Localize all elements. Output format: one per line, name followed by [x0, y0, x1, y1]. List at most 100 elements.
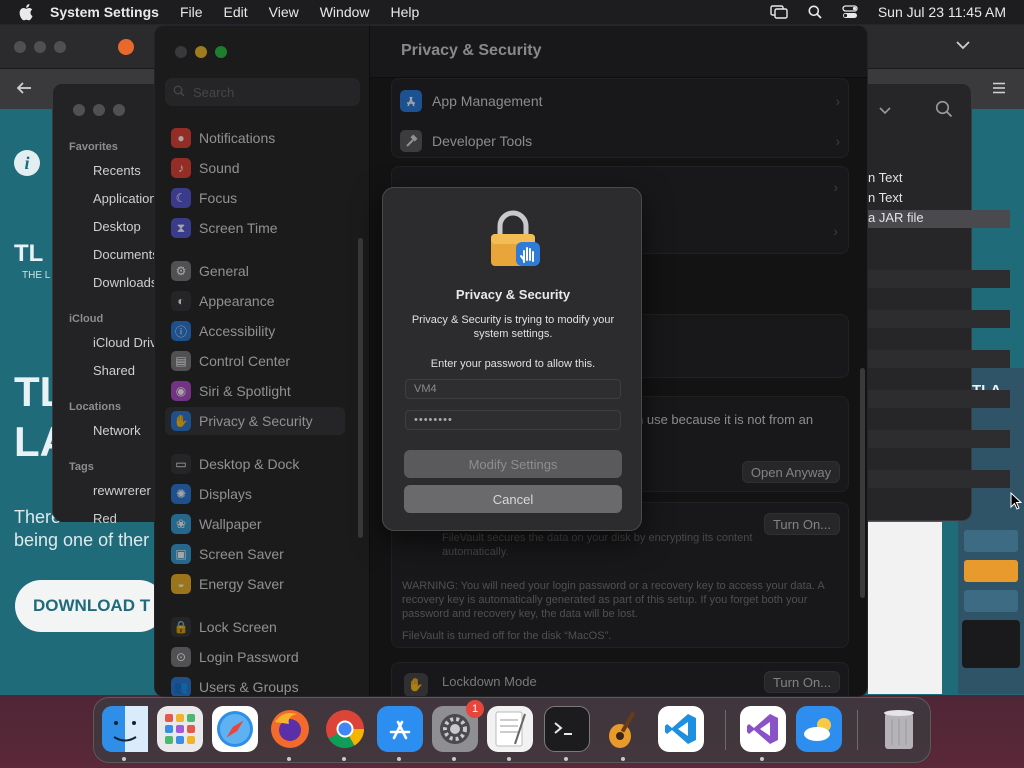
running-indicator [397, 757, 401, 761]
minimize-button[interactable] [93, 104, 105, 116]
menu-bar: System Settings File Edit View Window He… [0, 0, 1024, 24]
finder-sidebar: Favorites Recents Applications Desktop D… [53, 84, 163, 526]
dock-weather[interactable] [796, 706, 842, 752]
menu-app-name[interactable]: System Settings [50, 4, 159, 20]
dock-app-store[interactable] [377, 706, 423, 752]
menu-help[interactable]: Help [391, 4, 420, 20]
finder-section-favorites: Favorites [69, 141, 118, 153]
dock-vscode[interactable] [658, 706, 704, 752]
dock-finder[interactable] [102, 706, 148, 752]
finder-item-desktop[interactable]: Desktop [93, 219, 163, 234]
download-button[interactable]: DOWNLOAD T [15, 580, 165, 632]
finder-item-applications[interactable]: Applications [93, 191, 163, 206]
dialog-message: Privacy & Security is trying to modify y… [411, 314, 615, 340]
dock-terminal[interactable] [544, 706, 590, 752]
finder-tag-item[interactable]: Red [93, 511, 163, 526]
textedit-icon [495, 711, 526, 747]
safari-icon [217, 711, 253, 747]
web-article-panel [868, 522, 942, 694]
dock-garageband[interactable] [601, 706, 647, 752]
dock-separator [857, 710, 858, 750]
hero-text-2: being one of ther [14, 530, 150, 550]
finder-item-icloud-drive[interactable]: iCloud Drive [93, 335, 163, 350]
file-row[interactable] [868, 470, 1010, 488]
guitar-icon [609, 711, 636, 748]
running-indicator [760, 757, 764, 761]
chevron-down-icon[interactable] [879, 102, 891, 120]
file-row[interactable] [868, 390, 1010, 408]
menu-file[interactable]: File [180, 4, 203, 20]
hamburger-menu-icon[interactable] [992, 81, 1006, 99]
running-indicator [564, 757, 568, 761]
control-center-icon[interactable] [842, 5, 858, 19]
dock-system-settings[interactable]: 1 [432, 700, 484, 752]
dock-visual-studio[interactable] [740, 706, 786, 752]
password-field[interactable]: •••••••• [405, 410, 621, 430]
file-row[interactable]: n Text [868, 190, 1010, 208]
running-indicator [342, 757, 346, 761]
info-icon[interactable]: i [14, 150, 40, 176]
firefox-tab-icon[interactable] [118, 39, 134, 55]
browser-window-controls [14, 41, 66, 53]
cancel-button[interactable]: Cancel [404, 485, 622, 513]
zoom-button[interactable] [113, 104, 125, 116]
dock: 1 [93, 697, 931, 763]
file-row[interactable] [868, 270, 1010, 288]
dock-chrome[interactable] [322, 706, 368, 752]
minimize-button[interactable] [34, 41, 46, 53]
launcher-item[interactable] [964, 530, 1018, 552]
launcher-item[interactable] [964, 590, 1018, 612]
back-arrow-icon[interactable] [16, 81, 32, 100]
modify-settings-button[interactable]: Modify Settings [404, 450, 622, 478]
dock-safari[interactable] [212, 706, 258, 752]
launcher-item[interactable] [964, 560, 1018, 582]
vscode-icon [665, 714, 696, 744]
app-store-icon [389, 720, 411, 740]
finder-tag-item[interactable]: rewwrerer [93, 483, 163, 498]
file-row[interactable]: n Text [868, 170, 1010, 188]
running-indicator [621, 757, 625, 761]
username-field[interactable]: VM4 [405, 379, 621, 399]
file-row[interactable] [868, 310, 1010, 328]
finder-icon [102, 706, 148, 752]
chevron-down-icon[interactable] [956, 37, 970, 53]
notification-badge: 1 [466, 700, 484, 718]
menu-window[interactable]: Window [320, 4, 370, 20]
search-icon[interactable] [935, 100, 953, 123]
chrome-icon [326, 710, 365, 749]
visual-studio-icon [747, 714, 778, 744]
menu-view[interactable]: View [269, 4, 299, 20]
menu-edit[interactable]: Edit [224, 4, 248, 20]
dock-firefox[interactable] [267, 706, 313, 752]
dock-textedit[interactable] [487, 706, 533, 752]
launchpad-icon [165, 714, 195, 744]
close-button[interactable] [14, 41, 26, 53]
finder-item-network[interactable]: Network [93, 423, 163, 438]
finder-window-controls [73, 104, 125, 116]
zoom-button[interactable] [54, 41, 66, 53]
file-row[interactable] [868, 430, 1010, 448]
file-row-selected[interactable]: a JAR file [868, 210, 1010, 228]
finder-item-shared[interactable]: Shared [93, 363, 163, 378]
site-logo-subtitle: THE L [22, 270, 51, 281]
dock-trash[interactable] [876, 706, 922, 752]
screen-mirroring-icon[interactable] [770, 5, 788, 19]
apple-menu-icon[interactable] [18, 3, 36, 21]
launcher-premium-banner[interactable] [962, 620, 1020, 668]
close-button[interactable] [73, 104, 85, 116]
desktop: System Settings File Edit View Window He… [0, 0, 1024, 768]
dock-launchpad[interactable] [157, 706, 203, 752]
finder-section-locations: Locations [69, 401, 121, 413]
dialog-title: Privacy & Security [455, 287, 571, 302]
file-row[interactable] [868, 350, 1010, 368]
spotlight-search-icon[interactable] [808, 5, 822, 19]
dialog-prompt: Enter your password to allow this. [430, 358, 596, 370]
running-indicator [287, 757, 291, 761]
firefox-icon [271, 710, 309, 748]
finder-item-recents[interactable]: Recents [93, 163, 163, 178]
running-indicator [122, 757, 126, 761]
finder-item-documents[interactable]: Documents [93, 247, 163, 262]
finder-item-downloads[interactable]: Downloads [93, 275, 163, 290]
clock[interactable]: Sun Jul 23 11:45 AM [878, 4, 1006, 20]
authentication-dialog: Privacy & Security Privacy & Security is… [382, 187, 642, 531]
